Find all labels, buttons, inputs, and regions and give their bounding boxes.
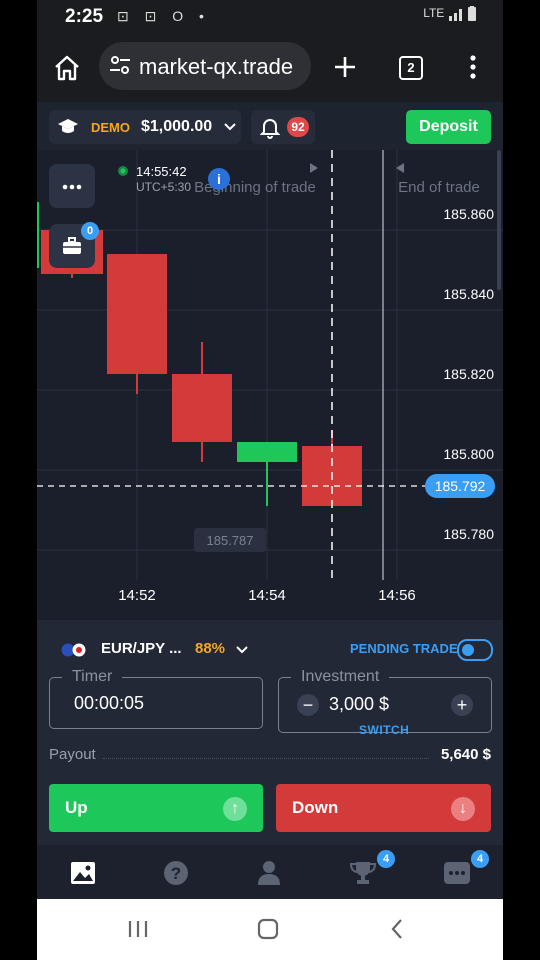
status-time: 2:25 — [65, 6, 104, 27]
graduation-cap-icon — [58, 119, 78, 133]
browser-toolbar: market-qx.trade 2 — [37, 32, 503, 102]
battery-icon — [468, 6, 476, 21]
x-tick-label: 14:52 — [118, 587, 156, 604]
chart-canvas: 185.792 185.860 185.840 185.820 185.800 185.7… — [37, 150, 503, 604]
y-tick-label: 185.840 — [443, 286, 494, 302]
asset-name: EUR/JPY ... — [101, 640, 182, 657]
tab-switcher-button[interactable]: 2 — [399, 56, 423, 80]
home-system-icon[interactable] — [257, 918, 279, 940]
y-tick-label: 185.800 — [443, 446, 494, 462]
account-balance: $1,000.00 — [141, 118, 213, 135]
pending-trade-label: PENDING TRADE — [350, 641, 458, 656]
trade-panel: EUR/JPY ... 88% PENDING TRADE Timer 00:0… — [37, 620, 503, 845]
current-price-value: 185.792 — [435, 478, 486, 494]
demo-label: DEMO — [91, 120, 130, 135]
timer-value: 00:00:05 — [74, 693, 145, 713]
more-dots-icon — [62, 184, 82, 190]
url-text: market-qx.trade — [139, 54, 294, 79]
investment-value: 3,000 $ — [329, 694, 390, 714]
status-notification-icons: ⊡ ⊡ Ο • — [117, 8, 210, 24]
clock-time: 14:55:42 — [136, 164, 187, 179]
status-bar: 2:25 ⊡ ⊡ Ο • LTE — [37, 0, 503, 32]
phone-screen: 2:25 ⊡ ⊡ Ο • LTE market-qx.trade 2 DEMO … — [37, 0, 503, 960]
deposit-button[interactable]: Deposit — [406, 110, 491, 144]
down-label: Down — [292, 798, 339, 817]
account-selector[interactable]: DEMO $1,000.00 — [49, 110, 241, 144]
candle-body — [172, 374, 232, 442]
timezone-label: UTC+5:30 — [136, 180, 191, 194]
y-tick-label: 185.780 — [443, 526, 494, 542]
trophy-badge: 4 — [377, 850, 395, 868]
url-bar[interactable]: market-qx.trade — [99, 42, 311, 90]
briefcase-icon — [63, 237, 81, 254]
candle-body — [237, 442, 297, 462]
lte-label: LTE — [423, 6, 445, 21]
end-of-trade-label: End of trade — [398, 179, 480, 196]
eur-jpy-flag-icon — [61, 643, 86, 657]
notifications-button[interactable]: 92 — [251, 110, 315, 144]
profile-icon[interactable] — [253, 857, 285, 889]
payout-value: 5,640 $ — [440, 746, 491, 763]
trophy-icon[interactable] — [347, 857, 379, 889]
chart-scrollbar — [497, 150, 501, 290]
up-label: Up — [65, 798, 88, 817]
back-icon[interactable] — [390, 918, 404, 940]
open-trades-button[interactable]: 0 — [49, 222, 99, 268]
chart-image-icon[interactable] — [67, 857, 99, 889]
chat-icon[interactable] — [441, 857, 473, 889]
timer-field[interactable]: Timer 00:00:05 — [49, 668, 263, 729]
live-dot-core — [120, 168, 126, 174]
payout-divider — [103, 758, 429, 759]
more-options-button[interactable] — [49, 164, 95, 208]
pending-trade-toggle[interactable] — [457, 639, 493, 661]
system-nav-bar — [37, 899, 503, 960]
toggle-knob — [462, 644, 474, 656]
signal-icon — [448, 9, 462, 21]
new-tab-icon[interactable] — [333, 55, 357, 79]
home-icon[interactable] — [53, 54, 81, 82]
account-bar: DEMO $1,000.00 92 Deposit — [37, 102, 503, 150]
timer-label: Timer — [62, 668, 123, 686]
info-icon-glyph: i — [217, 171, 221, 187]
decrease-investment-button[interactable]: − — [297, 694, 319, 716]
x-tick-label: 14:54 — [248, 587, 286, 604]
x-tick-label: 14:56 — [378, 587, 416, 604]
chat-badge: 4 — [471, 850, 489, 868]
hover-price-value: 185.787 — [207, 533, 254, 548]
svg-text:?: ? — [171, 864, 181, 883]
chevron-down-icon — [236, 646, 248, 654]
help-icon[interactable]: ? — [160, 857, 192, 889]
status-right: LTE — [423, 6, 477, 22]
notification-count-badge: 92 — [287, 117, 309, 137]
recent-apps-icon[interactable] — [127, 919, 149, 939]
switch-currency-button[interactable]: SWITCH — [359, 723, 409, 737]
bottom-nav: ? 4 4 — [37, 845, 503, 899]
down-button[interactable]: Down ↓ — [276, 784, 491, 832]
price-chart[interactable]: 185.792 185.860 185.840 185.820 185.800 185.7… — [37, 150, 503, 620]
y-tick-label: 185.820 — [443, 366, 494, 382]
arrow-down-icon: ↓ — [451, 797, 475, 821]
up-button[interactable]: Up ↑ — [49, 784, 263, 832]
beginning-arrow-icon — [310, 163, 318, 173]
candle-body — [107, 254, 167, 374]
chevron-down-icon — [224, 123, 236, 131]
y-tick-label: 185.860 — [443, 206, 494, 222]
increase-investment-button[interactable]: + — [451, 694, 473, 716]
overflow-menu-icon[interactable] — [467, 54, 479, 80]
asset-payout-percent: 88% — [195, 640, 226, 657]
arrow-up-icon: ↑ — [223, 797, 247, 821]
payout-label: Payout — [49, 746, 96, 763]
site-settings-icon[interactable] — [109, 54, 131, 76]
investment-label: Investment — [291, 668, 390, 686]
bell-icon — [260, 119, 280, 139]
open-trades-count-badge: 0 — [81, 222, 99, 240]
